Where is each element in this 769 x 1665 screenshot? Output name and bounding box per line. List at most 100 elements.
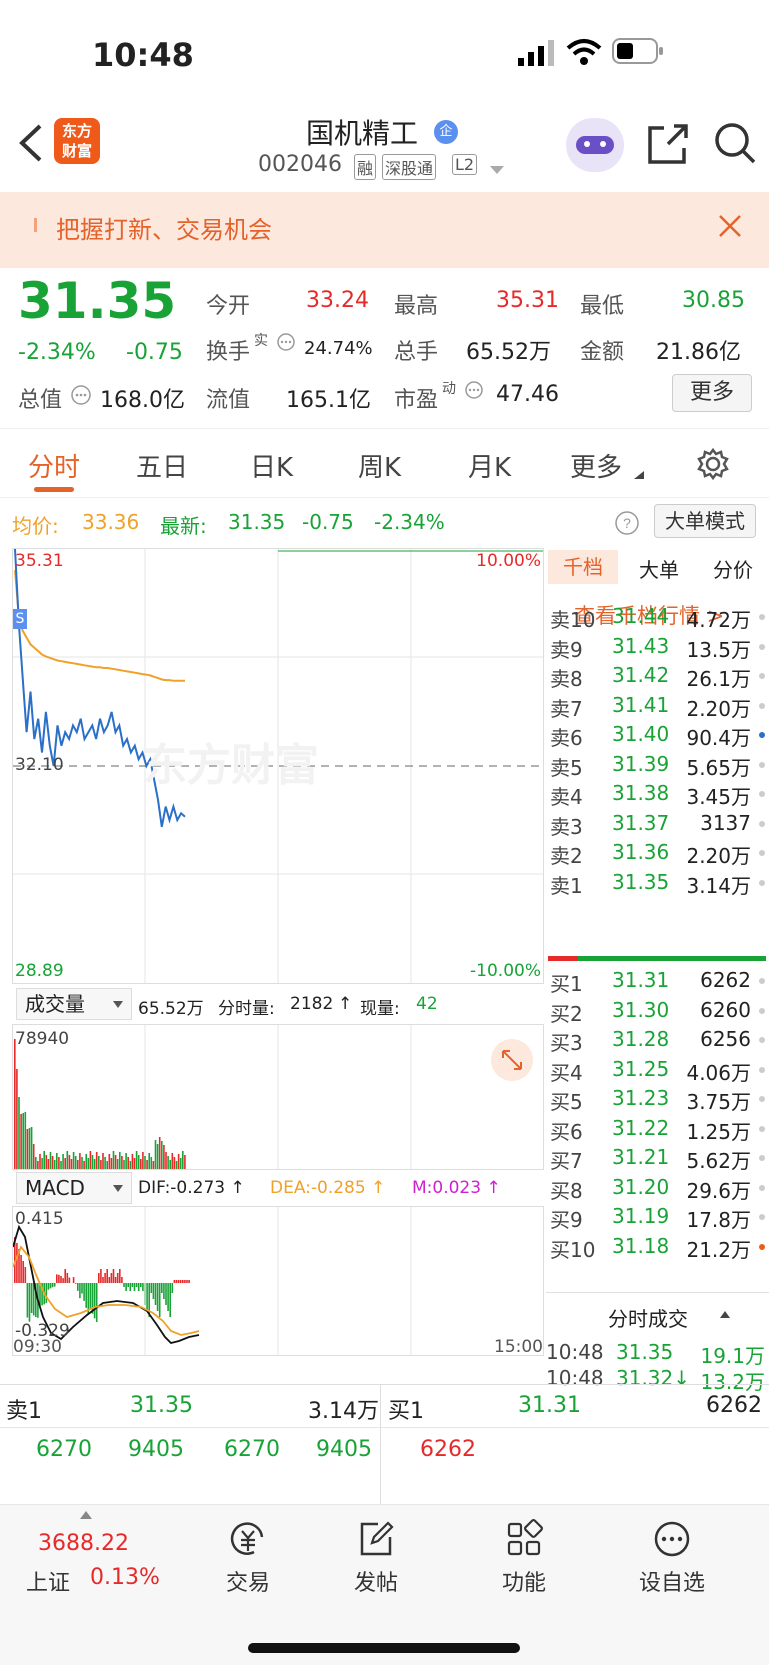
ask-row[interactable]: 卖4 31.38 3.45万 <box>546 779 769 809</box>
volume-bar <box>167 1156 169 1169</box>
macd-bar <box>125 1283 127 1291</box>
ask-price: 31.40 <box>612 722 670 746</box>
ask-row[interactable]: 卖10 31.44 4.72万 <box>546 602 769 632</box>
big-order-mode-button[interactable]: 大单模式 <box>654 504 756 538</box>
index-pct[interactable]: 0.13% <box>90 1565 160 1590</box>
macd-bar <box>58 1274 60 1283</box>
macd-bar <box>45 1283 48 1304</box>
macd-bar <box>177 1280 180 1283</box>
tab-function-label: 功能 <box>501 1571 546 1596</box>
chevron-down-icon <box>113 1185 123 1192</box>
macd-bar <box>74 1283 77 1284</box>
bid-label: 买9 <box>550 1208 583 1232</box>
macd-bar <box>64 1269 66 1283</box>
panel-tab-depth[interactable]: 千档 <box>548 550 618 584</box>
chevron-down-icon[interactable] <box>490 166 504 174</box>
macd-bar <box>77 1283 79 1291</box>
index-value[interactable]: 3688.22 <box>38 1531 129 1556</box>
ask-volume: 3.14万 <box>686 873 751 898</box>
ask-row[interactable]: 卖5 31.39 5.65万 <box>546 750 769 780</box>
volume-bar <box>179 1158 182 1169</box>
volume-label: 总手 <box>394 340 439 365</box>
more-dots-icon <box>654 1521 690 1557</box>
period-tabs: 分时 五日 日K 周K 月K 更多 <box>0 428 769 498</box>
bid-dot <box>759 1096 765 1102</box>
tab-intraday[interactable]: 分时 <box>28 447 80 484</box>
open-label: 今开 <box>206 294 251 319</box>
tab-post[interactable]: 发帖 <box>316 1519 436 1597</box>
tab-function[interactable]: 功能 <box>464 1519 584 1597</box>
bid-label: 买3 <box>550 1031 583 1055</box>
volume-indicator-select[interactable]: 成交量 <box>16 988 132 1020</box>
macd-indicator-select[interactable]: MACD <box>16 1172 132 1204</box>
high-value: 35.31 <box>496 288 559 313</box>
bid-row[interactable]: 买7 31.21 5.62万 <box>546 1143 769 1173</box>
home-indicator <box>248 1643 520 1653</box>
gear-icon[interactable] <box>696 447 730 481</box>
volume-bar <box>161 1141 163 1169</box>
volume-bar <box>142 1152 144 1169</box>
bid-row[interactable]: 买4 31.25 4.06万 <box>546 1055 769 1085</box>
volume-bar <box>26 1129 29 1169</box>
panel-tab-price-dist[interactable]: 分价 <box>698 554 768 583</box>
bid-row[interactable]: 买3 31.28 6256 <box>546 1025 769 1055</box>
ask-row[interactable]: 卖1 31.35 3.14万 <box>546 868 769 898</box>
index-name[interactable]: 上证 <box>26 1565 70 1597</box>
bid-label: 买10 <box>550 1237 596 1262</box>
help-icon[interactable]: ? <box>614 510 640 536</box>
ask-row[interactable]: 卖6 31.40 90.4万 <box>546 720 769 750</box>
tab-more[interactable]: 更多 <box>570 447 622 484</box>
tab-monthly-k[interactable]: 月K <box>468 447 511 484</box>
panel-tab-big-order[interactable]: 大单 <box>628 554 690 583</box>
ask-row[interactable]: 卖3 31.37 3137 <box>546 809 769 839</box>
bid-dot <box>759 1007 765 1014</box>
bid-row[interactable]: 买10 31.18 21.2万 <box>546 1232 769 1262</box>
ask-row[interactable]: 卖2 31.36 2.20万 <box>546 838 769 868</box>
promo-banner[interactable]: 把握打新、交易机会 <box>0 192 769 268</box>
latest-chg: -0.75 <box>302 510 354 534</box>
volume-bar <box>22 1113 24 1169</box>
bid-row[interactable]: 买1 31.31 6262 <box>546 966 769 996</box>
back-icon[interactable] <box>16 122 44 164</box>
tab-five-day[interactable]: 五日 <box>136 447 188 484</box>
tab-watchlist[interactable]: 设自选 <box>612 1519 732 1597</box>
info-dots-icon[interactable] <box>70 384 92 406</box>
tab-weekly-k[interactable]: 周K <box>358 447 401 484</box>
volume-bar <box>37 1161 39 1169</box>
robot-avatar-icon[interactable] <box>566 118 624 172</box>
ob-divider <box>380 1385 381 1505</box>
bid-row[interactable]: 买6 31.22 1.25万 <box>546 1114 769 1144</box>
bid-row[interactable]: 买5 31.23 3.75万 <box>546 1084 769 1114</box>
volume-bar <box>171 1153 174 1169</box>
macd-bar <box>98 1273 100 1283</box>
bid-row[interactable]: 买9 31.19 17.8万 <box>546 1202 769 1232</box>
volume-bar <box>123 1160 125 1169</box>
bid-row[interactable]: 买8 31.20 29.6万 <box>546 1173 769 1203</box>
tab-trade[interactable]: 交易 <box>188 1519 308 1597</box>
close-icon[interactable] <box>718 214 742 238</box>
trade-icon <box>230 1522 264 1555</box>
bid-label: 买1 <box>550 972 583 996</box>
more-button[interactable]: 更多 <box>672 374 752 412</box>
expand-button[interactable] <box>491 1039 533 1081</box>
macd-bar <box>106 1269 108 1283</box>
pe-sup: 动 <box>442 381 456 397</box>
change-pct: -2.34% <box>18 340 96 365</box>
macd-bar <box>140 1283 142 1287</box>
ask-row[interactable]: 卖8 31.42 26.1万 <box>546 661 769 691</box>
macd-top-label: 0.415 <box>15 1209 64 1229</box>
search-icon[interactable] <box>712 120 758 166</box>
volume-bar <box>83 1161 85 1169</box>
share-icon[interactable] <box>646 122 690 166</box>
tab-daily-k[interactable]: 日K <box>250 447 293 484</box>
info-dots-icon[interactable] <box>276 332 296 352</box>
bid-row[interactable]: 买2 31.30 6260 <box>546 996 769 1026</box>
ticks-header[interactable]: 分时成交 <box>546 1292 769 1338</box>
macd-bar <box>182 1280 184 1283</box>
ask-row[interactable]: 卖7 31.41 2.20万 <box>546 691 769 721</box>
info-dots-icon[interactable] <box>464 380 484 400</box>
ask-row[interactable]: 卖9 31.43 13.5万 <box>546 632 769 662</box>
volume-bar <box>41 1158 43 1169</box>
intraday-chart[interactable]: 东方财富 35.31 32.10 28.89 10.00% -10.00% S <box>12 548 544 984</box>
sell1-vol: 3.14万 <box>308 1399 379 1424</box>
